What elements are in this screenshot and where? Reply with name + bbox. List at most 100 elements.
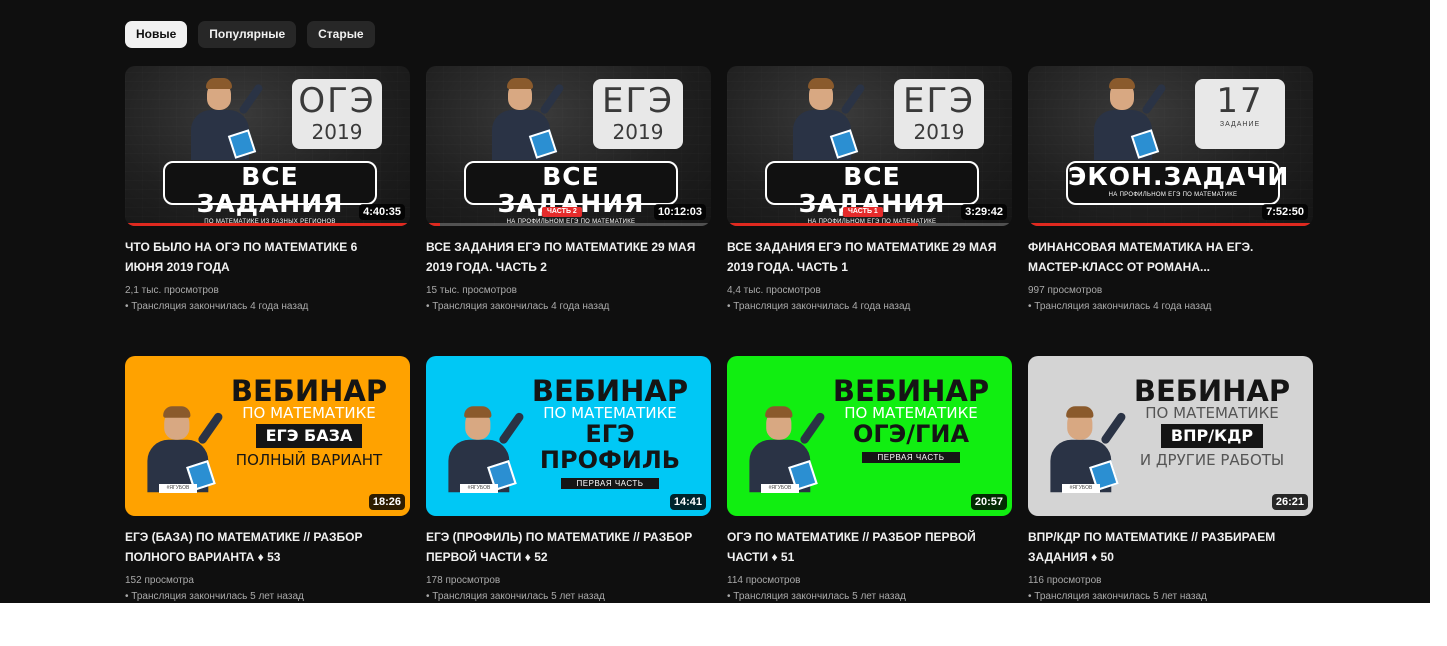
author-stamp: #ЯГУБОВ [460, 484, 498, 493]
video-title[interactable]: ОГЭ ПО МАТЕМАТИКЕ // РАЗБОР ПЕРВОЙ ЧАСТИ… [727, 527, 999, 567]
webinar-ribbon: ВПР/КДР [1160, 424, 1264, 448]
video-thumbnail[interactable]: ВЕБИНАР ПО МАТЕМАТИКЕ ЕГЭ ПРОФИЛЬ ПЕРВАЯ ЧА… [426, 356, 711, 516]
presenter-hair [765, 406, 793, 418]
webinar-title: ВЕБИНАР [832, 374, 990, 408]
presenter-arm [1140, 82, 1168, 116]
webinar-exam-label: ОГЭ/ГИА [852, 420, 970, 448]
filter-chip-new[interactable]: Новые [125, 21, 188, 48]
video-thumbnail[interactable]: ВЕБИНАР ПО МАТЕМАТИКЕ ВПР/КДР И ДРУГИЕ РАБО… [1028, 356, 1313, 516]
webinar-text-block: ВЕБИНАР ПО МАТЕМАТИКЕ ОГЭ/ГИА ПЕРВАЯ ЧАСТЬ [823, 376, 999, 465]
video-card[interactable]: 17 ЗАДАНИЕ ЭКОН.ЗАДАЧИ НА ПРОФИЛЬНОМ ЕГЭ ПО… [1028, 66, 1313, 356]
stream-date: • Трансляция закончилась 4 года назад [1028, 301, 1212, 312]
thumbnail-badge: ЕГЭ 2019 [593, 79, 683, 149]
view-count: 997 просмотров [1028, 285, 1103, 296]
video-title[interactable]: ВПР/КДР ПО МАТЕМАТИКЕ // РАЗБИРАЕМ ЗАДАН… [1028, 527, 1300, 567]
author-stamp: #ЯГУБОВ [1062, 484, 1100, 493]
thumbnail-badge: ЕГЭ 2019 [894, 79, 984, 149]
presenter-arm [497, 411, 526, 446]
presenter-arm [839, 82, 867, 116]
thumbnail-badge: ОГЭ 2019 [292, 79, 382, 149]
presenter-hair [808, 78, 834, 89]
webinar-text-block: ВЕБИНАР ПО МАТЕМАТИКЕ ВПР/КДР И ДРУГИЕ РАБО… [1124, 376, 1300, 469]
view-count: 15 тыс. просмотров [426, 285, 517, 296]
presenter-arm [1099, 411, 1128, 446]
video-meta: 152 просмотра • Трансляция закончилась 5 … [125, 573, 410, 605]
webinar-part-strip: ПЕРВАЯ ЧАСТЬ [560, 478, 660, 489]
video-thumbnail[interactable]: 17 ЗАДАНИЕ ЭКОН.ЗАДАЧИ НА ПРОФИЛЬНОМ ЕГЭ ПО… [1028, 66, 1313, 226]
thumbnail-banner: ВСЕ ЗАДАНИЯ НА ПРОФИЛЬНОМ ЕГЭ ПО МАТЕМАТИ… [765, 161, 979, 225]
badge-year-text: 2019 [612, 120, 664, 144]
presenter-figure [484, 74, 566, 164]
video-thumbnail[interactable]: ОГЭ 2019 ВСЕ ЗАДАНИЯ ПО МАТЕМАТИКЕ ИЗ РАЗНЫ… [125, 66, 410, 226]
view-count: 152 просмотра [125, 575, 194, 586]
badge-big-text: ЕГЭ [602, 81, 674, 121]
presenter-figure [1042, 402, 1128, 497]
presenter-figure [785, 74, 867, 164]
video-card[interactable]: ЕГЭ 2019 ВСЕ ЗАДАНИЯ НА ПРОФИЛЬНОМ ЕГЭ ПО М… [727, 66, 1012, 356]
webinar-text-block: ВЕБИНАР ПО МАТЕМАТИКЕ ЕГЭ БАЗА ПОЛНЫЙ ВАРИА… [221, 376, 397, 469]
sort-filter-chips: Новые Популярные Старые [125, 21, 375, 48]
stream-date: • Трансляция закончилась 4 года назад [125, 301, 309, 312]
duration-badge: 10:12:03 [653, 204, 706, 220]
stream-date: • Трансляция закончилась 4 года назад [426, 301, 610, 312]
part-tag: ЧАСТЬ 1 [843, 207, 883, 217]
watch-progress-track [125, 223, 410, 226]
stream-date: • Трансляция закончилась 4 года назад [727, 301, 911, 312]
video-meta: 178 просмотров • Трансляция закончилась 5… [426, 573, 711, 605]
webinar-title: ВЕБИНАР [1133, 374, 1291, 408]
view-count: 2,1 тыс. просмотров [125, 285, 219, 296]
video-title[interactable]: ВСЕ ЗАДАНИЯ ЕГЭ ПО МАТЕМАТИКЕ 29 МАЯ 201… [426, 237, 698, 277]
video-title[interactable]: ФИНАНСОВАЯ МАТЕМАТИКА НА ЕГЭ. МАСТЕР-КЛА… [1028, 237, 1300, 277]
watch-progress-track [426, 223, 711, 226]
video-card[interactable]: ОГЭ 2019 ВСЕ ЗАДАНИЯ ПО МАТЕМАТИКЕ ИЗ РАЗНЫ… [125, 66, 410, 356]
thumbnail-badge: 17 ЗАДАНИЕ [1195, 79, 1285, 149]
webinar-title: ВЕБИНАР [230, 374, 388, 408]
duration-badge: 7:52:50 [1262, 204, 1308, 220]
badge-big-text: ЕГЭ [903, 81, 975, 121]
webinar-footer: И ДРУГИЕ РАБОТЫ [1139, 451, 1285, 469]
video-meta: 15 тыс. просмотров • Трансляция закончила… [426, 283, 711, 315]
presenter-arm [196, 411, 225, 446]
badge-big-text: 17 [1216, 81, 1264, 121]
presenter-arm [237, 82, 265, 116]
watch-progress-track [1028, 223, 1313, 226]
filter-chip-popular[interactable]: Популярные [198, 21, 297, 48]
author-stamp: #ЯГУБОВ [761, 484, 799, 493]
watch-progress-fill [1028, 223, 1313, 226]
webinar-subtitle: ПО МАТЕМАТИКЕ [242, 404, 376, 422]
watch-progress-fill [727, 223, 918, 226]
duration-badge: 20:57 [970, 494, 1007, 510]
part-tag: ЧАСТЬ 2 [542, 207, 582, 217]
video-grid: ОГЭ 2019 ВСЕ ЗАДАНИЯ ПО МАТЕМАТИКЕ ИЗ РАЗНЫ… [125, 66, 1313, 646]
video-title[interactable]: ЕГЭ (ПРОФИЛЬ) ПО МАТЕМАТИКЕ // РАЗБОР ПЕ… [426, 527, 698, 567]
video-card[interactable]: ЕГЭ 2019 ВСЕ ЗАДАНИЯ НА ПРОФИЛЬНОМ ЕГЭ ПО М… [426, 66, 711, 356]
video-title[interactable]: ЧТО БЫЛО НА ОГЭ ПО МАТЕМАТИКЕ 6 ИЮНЯ 201… [125, 237, 397, 277]
watch-progress-track [727, 223, 1012, 226]
video-meta: 997 просмотров • Трансляция закончилась 4… [1028, 283, 1313, 315]
presenter-hair [206, 78, 232, 89]
webinar-subtitle: ПО МАТЕМАТИКЕ [844, 404, 978, 422]
duration-badge: 14:41 [669, 494, 706, 510]
badge-big-text: ОГЭ [298, 81, 376, 121]
badge-tiny-text: ЗАДАНИЕ [1219, 121, 1261, 128]
thumbnail-banner: ВСЕ ЗАДАНИЯ ПО МАТЕМАТИКЕ ИЗ РАЗНЫХ РЕГИО… [163, 161, 377, 225]
author-stamp: #ЯГУБОВ [159, 484, 197, 493]
view-count: 178 просмотров [426, 575, 501, 586]
video-title[interactable]: ЕГЭ (БАЗА) ПО МАТЕМАТИКЕ // РАЗБОР ПОЛНО… [125, 527, 397, 567]
video-title[interactable]: ВСЕ ЗАДАНИЯ ЕГЭ ПО МАТЕМАТИКЕ 29 МАЯ 201… [727, 237, 999, 277]
video-thumbnail[interactable]: ЕГЭ 2019 ВСЕ ЗАДАНИЯ НА ПРОФИЛЬНОМ ЕГЭ ПО М… [426, 66, 711, 226]
presenter-hair [1066, 406, 1094, 418]
video-thumbnail[interactable]: ЕГЭ 2019 ВСЕ ЗАДАНИЯ НА ПРОФИЛЬНОМ ЕГЭ ПО М… [727, 66, 1012, 226]
presenter-figure [741, 402, 827, 497]
view-count: 114 просмотров [727, 575, 801, 586]
filter-chip-old[interactable]: Старые [307, 21, 375, 48]
banner-sub-text: НА ПРОФИЛЬНОМ ЕГЭ ПО МАТЕМАТИКЕ [1108, 192, 1238, 198]
presenter-hair [1109, 78, 1135, 89]
presenter-arm [798, 411, 827, 446]
presenter-figure [139, 402, 225, 497]
video-thumbnail[interactable]: ВЕБИНАР ПО МАТЕМАТИКЕ ЕГЭ БАЗА ПОЛНЫЙ ВАРИА… [125, 356, 410, 516]
video-thumbnail[interactable]: ВЕБИНАР ПО МАТЕМАТИКЕ ОГЭ/ГИА ПЕРВАЯ ЧАСТЬ #… [727, 356, 1012, 516]
video-meta: 4,4 тыс. просмотров • Трансляция закончил… [727, 283, 1012, 315]
view-count: 4,4 тыс. просмотров [727, 285, 821, 296]
webinar-exam-label: ЕГЭ ПРОФИЛЬ [539, 420, 681, 474]
